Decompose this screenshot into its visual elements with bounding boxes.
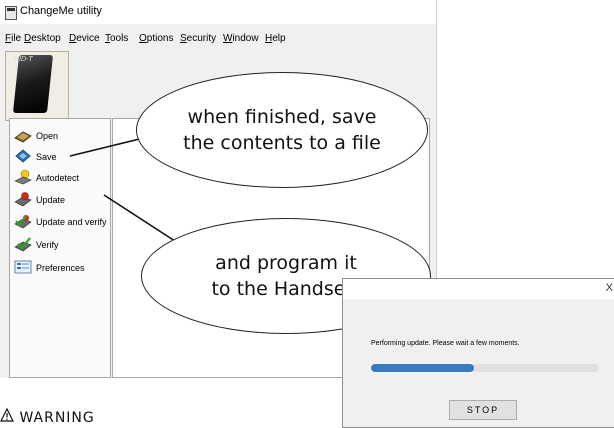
dialog-message: Performing update. Please wait a few mom… <box>371 340 520 347</box>
progress-bar-fill <box>371 364 474 372</box>
callout-save: when finished, save the contents to a fi… <box>136 72 428 188</box>
warning-label: WARNING <box>0 408 95 426</box>
update-pointer-line <box>103 194 179 244</box>
callout-program-line2: to the Handset! <box>211 278 361 300</box>
callout-program-line1: and program it <box>215 252 357 274</box>
warning-triangle-icon <box>0 408 14 422</box>
dialog-title-bar: X <box>343 279 614 299</box>
callout-save-line1: when finished, save <box>187 106 377 128</box>
progress-bar <box>371 364 599 372</box>
close-icon[interactable]: X <box>606 282 613 294</box>
warning-text: WARNING <box>19 410 95 426</box>
callout-save-line2: the contents to a file <box>183 132 381 154</box>
progress-dialog: X Performing update. Please wait a few m… <box>342 278 614 428</box>
stop-button[interactable]: STOP <box>449 400 517 420</box>
